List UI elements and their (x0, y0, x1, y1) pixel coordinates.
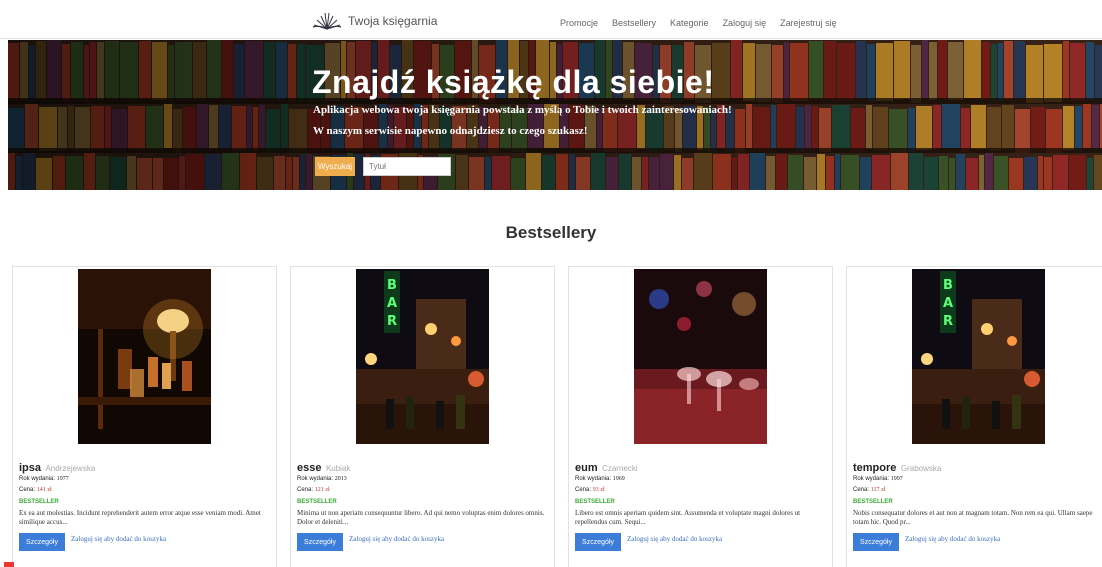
year-label: Rok wydania: (575, 476, 612, 482)
book-price: Cena: 121 zł (297, 487, 330, 493)
book-author: Grabowska (900, 464, 942, 473)
login-to-add-link[interactable]: Zaloguj się aby dodać do koszyka (627, 535, 722, 543)
price-label: Cena: (19, 487, 36, 493)
year-value: 1977 (56, 476, 69, 482)
book-title[interactable]: esse (297, 462, 321, 474)
bestseller-badge: BESTSELLER (853, 499, 893, 505)
book-title[interactable]: eum (575, 462, 598, 474)
price-label: Cena: (853, 487, 870, 493)
svg-text:R: R (943, 314, 953, 329)
year-value: 1969 (612, 476, 625, 482)
open-book-icon (312, 12, 342, 30)
year-value: 1997 (890, 476, 903, 482)
search-button[interactable]: Wyszukaj (315, 157, 355, 176)
nav-login[interactable]: Zaloguj się (723, 18, 767, 28)
nav-register[interactable]: Zarejestruj się (780, 18, 837, 28)
book-card: eum Czarnecki Rok wydania: 1969 Cena: 93… (568, 266, 833, 567)
login-to-add-link[interactable]: Zaloguj się aby dodać do koszyka (905, 535, 1000, 543)
book-description: Libero est omnis aperiam quidem sint. As… (575, 509, 801, 526)
currency-label: zł (47, 487, 52, 493)
svg-text:B: B (387, 278, 397, 293)
price-label: Cena: (575, 487, 592, 493)
currency-label: zł (600, 487, 605, 493)
nav-kategorie[interactable]: Kategorie (670, 18, 709, 28)
nav-bestsellery[interactable]: Bestsellery (612, 18, 656, 28)
hero-subtitle-1: Aplikacja webowa twoja księgarnia powsta… (313, 104, 732, 116)
top-navbar: Twoja księgarnia Promocje Bestsellery Ka… (0, 0, 1102, 40)
corner-marker (4, 562, 14, 567)
brand[interactable]: Twoja księgarnia (312, 11, 437, 31)
book-author: Andrzejewska (45, 464, 96, 473)
price-value: 93 (592, 487, 599, 493)
book-cover-image[interactable]: B A R (356, 269, 489, 444)
price-label: Cena: (297, 487, 314, 493)
book-title[interactable]: tempore (853, 462, 896, 474)
book-card: B A R esse Kubiak Rok wydania: 2013 Cena… (290, 266, 555, 567)
nav-promocje[interactable]: Promocje (560, 18, 598, 28)
details-button[interactable]: Szczegóły (853, 533, 899, 551)
currency-label: zł (881, 487, 886, 493)
book-year: Rok wydania: 1977 (19, 476, 69, 482)
details-button[interactable]: Szczegóły (575, 533, 621, 551)
book-description: Nobis consequatur dolores et aut non at … (853, 509, 1093, 526)
book-card: B A R tempore Grabowska Rok wydania: 199… (846, 266, 1102, 567)
hero-subtitle-2: W naszym serwisie napewno odnajdziesz to… (313, 125, 588, 137)
book-description: Ex ea aut molestias. Incidunt reprehende… (19, 509, 261, 526)
book-year: Rok wydania: 1969 (575, 476, 625, 482)
login-to-add-link[interactable]: Zaloguj się aby dodać do koszyka (349, 535, 444, 543)
book-price: Cena: 93 zł (575, 487, 605, 493)
hero-banner: Znajdź książkę dla siebie! Aplikacja web… (8, 40, 1102, 190)
book-cover-image[interactable]: B A R (912, 269, 1045, 444)
book-author: Kubiak (325, 464, 351, 473)
price-value: 121 (314, 487, 324, 493)
year-label: Rok wydania: (853, 476, 890, 482)
book-author: Czarnecki (602, 464, 638, 473)
bestseller-badge: BESTSELLER (297, 499, 337, 505)
book-card: ipsa Andrzejewska Rok wydania: 1977 Cena… (12, 266, 277, 567)
hero-title: Znajdź książkę dla siebie! (312, 64, 715, 100)
bestseller-badge: BESTSELLER (19, 499, 59, 505)
year-label: Rok wydania: (19, 476, 56, 482)
details-button[interactable]: Szczegóły (19, 533, 65, 551)
main-nav: Promocje Bestsellery Kategorie Zaloguj s… (560, 18, 851, 28)
price-value: 141 (36, 487, 46, 493)
navbar-divider (0, 38, 1102, 39)
book-title[interactable]: ipsa (19, 462, 41, 474)
svg-text:R: R (387, 314, 397, 329)
bestseller-badge: BESTSELLER (575, 499, 615, 505)
login-to-add-link[interactable]: Zaloguj się aby dodać do koszyka (71, 535, 166, 543)
section-title: Bestsellery (505, 223, 597, 242)
currency-label: zł (325, 487, 330, 493)
book-year: Rok wydania: 2013 (297, 476, 347, 482)
search-input[interactable] (363, 157, 451, 176)
svg-text:B: B (943, 278, 953, 293)
book-cover-image[interactable] (634, 269, 767, 444)
year-label: Rok wydania: (297, 476, 334, 482)
book-price: Cena: 141 zł (19, 487, 52, 493)
svg-text:A: A (387, 296, 397, 311)
book-price: Cena: 117 zł (853, 487, 885, 493)
brand-name: Twoja księgarnia (348, 14, 438, 28)
year-value: 2013 (334, 476, 347, 482)
book-cover-image[interactable] (78, 269, 211, 444)
svg-text:A: A (943, 296, 953, 311)
price-value: 117 (870, 487, 880, 493)
book-description: Minima ut non aperiam consequuntur liber… (297, 509, 545, 526)
details-button[interactable]: Szczegóły (297, 533, 343, 551)
book-year: Rok wydania: 1997 (853, 476, 903, 482)
